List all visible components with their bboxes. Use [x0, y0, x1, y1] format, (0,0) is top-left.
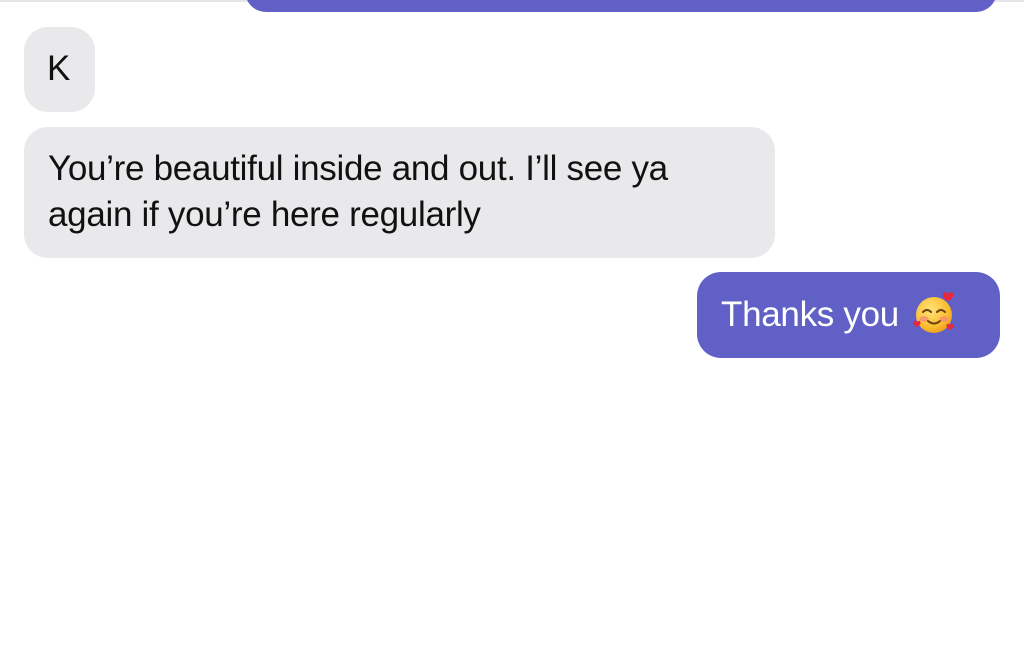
message-text: K [47, 49, 71, 88]
incoming-message-bubble[interactable]: You’re beautiful inside and out. I’ll se… [24, 127, 775, 258]
smiling-face-with-hearts-icon [911, 291, 957, 337]
message-text-line: again if you’re here regularly [48, 195, 481, 234]
outgoing-message-bubble[interactable]: Thanks you [697, 272, 1000, 358]
message-text: Thanks you [721, 295, 899, 334]
message-thread: K You’re beautiful inside and out. I’ll … [0, 0, 1024, 645]
message-text-line: You’re beautiful inside and out. I’ll se… [48, 149, 668, 188]
incoming-message-bubble[interactable]: K [24, 27, 95, 112]
outgoing-message-bubble-partial[interactable] [245, 0, 997, 12]
